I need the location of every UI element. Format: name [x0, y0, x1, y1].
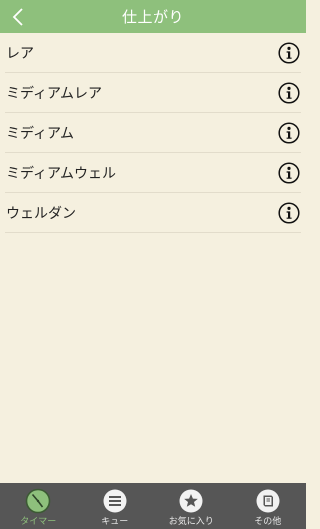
- list-item[interactable]: レア: [0, 33, 306, 73]
- list-item[interactable]: ミディアムレア: [0, 73, 306, 113]
- info-icon[interactable]: [278, 42, 300, 64]
- info-icon[interactable]: [278, 202, 300, 224]
- list-item-label: ミディアムウェル: [6, 166, 117, 182]
- tab-label: キュー: [101, 517, 129, 527]
- tab-timer[interactable]: タイマー: [0, 483, 77, 529]
- tab-bar: タイマー キュー お気に入り その他: [0, 483, 306, 529]
- list-item[interactable]: ミディアム: [0, 113, 306, 153]
- chevron-left-icon: [12, 7, 23, 26]
- tab-label: タイマー: [20, 517, 57, 527]
- star-icon: [179, 489, 203, 513]
- page-title: 仕上がり: [121, 8, 184, 26]
- book-icon: [256, 489, 280, 513]
- list-item[interactable]: ミディアムウェル: [0, 153, 306, 193]
- info-icon[interactable]: [278, 162, 300, 184]
- nav-bar: 仕上がり: [0, 0, 306, 33]
- tab-label: お気に入り: [168, 517, 214, 527]
- clock-icon: [25, 488, 51, 514]
- list-icon: [103, 489, 127, 513]
- doneness-list: レア ミディアムレア ミディアム ミディアムウェル ウェルダン: [0, 33, 306, 233]
- list-item-label: レア: [6, 46, 34, 62]
- list-item-label: ミディアムレア: [6, 86, 103, 102]
- list-item-label: ウェルダン: [6, 206, 76, 222]
- tab-favorites[interactable]: お気に入り: [153, 483, 230, 529]
- info-icon[interactable]: [278, 122, 300, 144]
- tab-label: その他: [254, 517, 282, 527]
- list-item-label: ミディアム: [6, 126, 75, 142]
- info-icon[interactable]: [278, 82, 300, 104]
- back-button[interactable]: [4, 0, 32, 33]
- tab-other[interactable]: その他: [230, 483, 307, 529]
- list-item[interactable]: ウェルダン: [0, 193, 306, 233]
- tab-queue[interactable]: キュー: [77, 483, 154, 529]
